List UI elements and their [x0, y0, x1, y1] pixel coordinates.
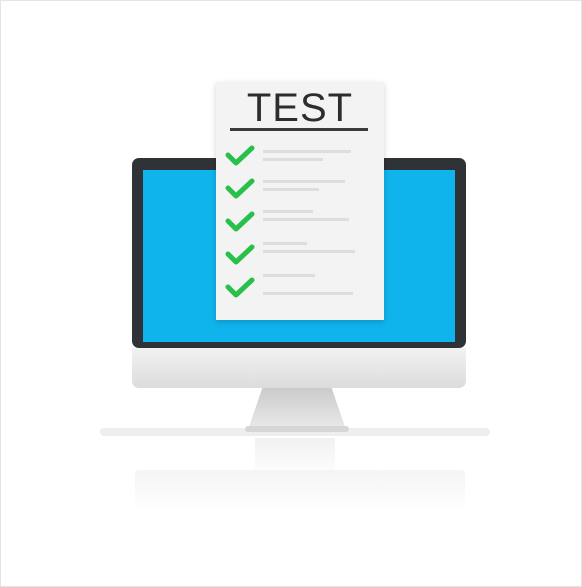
- floor-reflection: [100, 428, 490, 515]
- document-title: TEST: [246, 86, 354, 130]
- monitor-stand: [245, 386, 349, 432]
